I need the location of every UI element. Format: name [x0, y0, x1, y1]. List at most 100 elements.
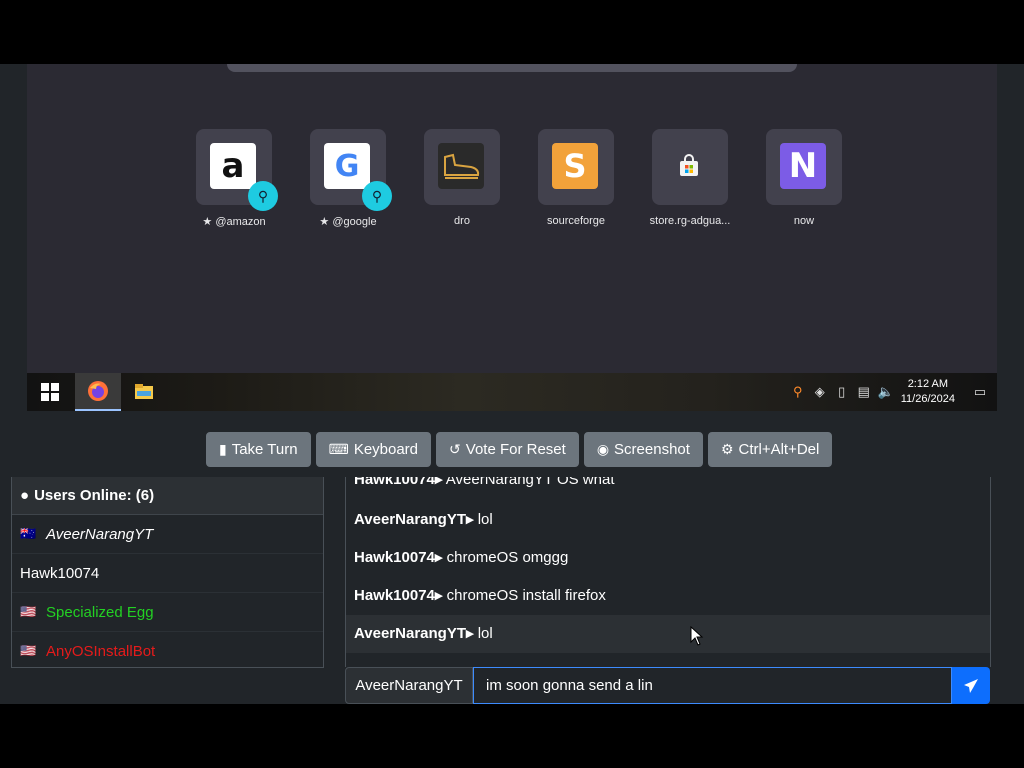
user-row[interactable]: 🇺🇸 Specialized Egg [12, 593, 323, 632]
ctrl-alt-del-label: Ctrl+Alt+Del [738, 441, 820, 458]
users-online-panel: ● Users Online: (6) 🇦🇺 AveerNarangYT Haw… [11, 477, 324, 668]
vm-screen[interactable]: a ⚲ ★ @amazon G ⚲ ★ @google dro S source… [27, 64, 997, 411]
sourceforge-logo-icon: S [552, 143, 598, 189]
screenshot-button[interactable]: ◉ Screenshot [583, 432, 703, 467]
user-name: Hawk10074 [20, 564, 100, 582]
chat-message: Hawk10074▸ chromeOS install firefox [346, 577, 990, 615]
chat-text: AveerNarangYT OS what [445, 477, 615, 488]
gear-icon: ⚙ [720, 441, 734, 457]
shortcut-label: dro [454, 215, 470, 227]
flag-icon: 🇦🇺 [20, 526, 37, 541]
shortcut-tile [424, 129, 500, 205]
keyboard-button[interactable]: ⌨ Keyboard [315, 432, 432, 467]
start-button[interactable] [27, 373, 73, 411]
paper-plane-icon [964, 678, 978, 693]
shortcut-tile: S [538, 129, 614, 205]
network-icon[interactable]: ▤ [853, 384, 875, 400]
chat-text: lol [477, 511, 493, 528]
shortcut-sourceforge[interactable]: S sourceforge [519, 129, 633, 227]
vote-reset-label: Vote For Reset [465, 441, 566, 458]
firefox-icon [88, 381, 108, 401]
shortcut-amazon[interactable]: a ⚲ ★ @amazon [177, 129, 291, 228]
shortcut-tile [652, 129, 728, 205]
shortcut-label: @amazon [215, 216, 266, 228]
flag-icon: 🇺🇸 [20, 643, 37, 658]
folder-icon [135, 384, 153, 399]
chat-input[interactable] [473, 667, 952, 704]
chat-username: Hawk10074▸ [354, 549, 443, 566]
user-name: AnyOSInstallBot [46, 642, 156, 660]
camera-icon: ◉ [596, 441, 610, 457]
rotate-left-icon: ↺ [449, 441, 461, 457]
flag-icon: 🇺🇸 [20, 604, 37, 619]
clock-time: 2:12 AM [907, 378, 949, 390]
notion-n-logo-icon: N [780, 143, 826, 189]
chat-username: AveerNarangYT▸ [354, 625, 474, 642]
google-logo-icon: G [324, 143, 370, 189]
search-bar[interactable] [227, 64, 797, 72]
keyboard-label: Keyboard [353, 441, 419, 458]
ctrl-alt-del-button[interactable]: ⚙ Ctrl+Alt+Del [707, 432, 833, 467]
shortcut-tile: N [766, 129, 842, 205]
chat-username: Hawk10074▸ [354, 477, 443, 488]
system-tray: ⚲ ◈ ▯ ▤ 🔈 2:12 AM 11/26/2024 ▭ [787, 373, 997, 411]
user-row[interactable]: Hawk10074 [12, 554, 323, 593]
pin-icon: ★ [319, 216, 330, 228]
clock-date: 11/26/2024 [900, 393, 955, 405]
chat-message: Hawk10074▸ AveerNarangYT OS what [346, 477, 990, 488]
vm-controls: ▮ Take Turn ⌨ Keyboard ↺ Vote For Reset ◉ Sc… [206, 432, 833, 467]
vote-reset-button[interactable]: ↺ Vote For Reset [436, 432, 579, 467]
chat-username: AveerNarangYT▸ [354, 511, 474, 528]
user-icon: ● [20, 487, 30, 504]
shortcut-label: sourceforge [546, 215, 606, 227]
shoe-icon [438, 143, 484, 189]
users-online-header: ● Users Online: (6) [12, 477, 323, 515]
search-icon: ⚲ [362, 181, 392, 211]
search-icon: ⚲ [248, 181, 278, 211]
search-magnifier-icon[interactable]: ⚲ [787, 384, 809, 400]
screenshot-label: Screenshot [614, 441, 690, 458]
take-turn-button[interactable]: ▮ Take Turn [206, 432, 311, 467]
notifications-icon[interactable]: ▭ [963, 384, 997, 400]
chat-username: Hawk10074▸ [354, 587, 443, 604]
taskbar-file-explorer[interactable] [121, 373, 167, 411]
shortcut-label: store.rg-adgua... [649, 215, 731, 227]
shortcut-tile: a ⚲ [196, 129, 278, 211]
chat-text: lol [477, 625, 493, 642]
windows-taskbar: ⚲ ◈ ▯ ▤ 🔈 2:12 AM 11/26/2024 ▭ [27, 373, 997, 411]
chat-message: AveerNarangYT▸ lol [346, 615, 990, 653]
volume-icon[interactable]: 🔈 [875, 384, 897, 400]
user-row[interactable]: 🇺🇸 AnyOSInstallBot [12, 632, 323, 670]
mouse-cursor-icon [690, 626, 704, 646]
amazon-logo-icon: a [210, 143, 256, 189]
chat-panel: Hawk10074▸ AveerNarangYT OS what AveerNa… [345, 477, 991, 667]
security-shield-icon[interactable]: ◈ [809, 384, 831, 400]
chat-text: chromeOS omggg [446, 549, 569, 566]
usb-device-icon[interactable]: ▯ [831, 384, 853, 400]
shortcut-label: now [793, 215, 815, 227]
shortcut-now[interactable]: N now [747, 129, 861, 227]
taskbar-clock[interactable]: 2:12 AM 11/26/2024 [897, 377, 963, 407]
send-button[interactable] [952, 667, 990, 704]
user-name: Specialized Egg [46, 603, 154, 621]
shortcut-google[interactable]: G ⚲ ★ @google [291, 129, 405, 228]
username-button[interactable]: AveerNarangYT [345, 667, 473, 704]
chat-message: Hawk10074▸ chromeOS omggg [346, 539, 990, 577]
user-name: AveerNarangYT [46, 525, 154, 543]
user-row[interactable]: 🇦🇺 AveerNarangYT [12, 515, 323, 554]
chat-text: chromeOS install firefox [446, 587, 606, 604]
mouse-icon: ▮ [219, 441, 227, 457]
shortcuts-grid: a ⚲ ★ @amazon G ⚲ ★ @google dro S source… [177, 129, 877, 249]
chat-input-row: AveerNarangYT [345, 667, 990, 704]
users-online-title: Users Online: (6) [34, 487, 155, 504]
chat-message: AveerNarangYT▸ lol [346, 501, 990, 539]
store-bag-icon [666, 143, 712, 189]
keyboard-icon: ⌨ [328, 441, 349, 457]
shortcut-dro[interactable]: dro [405, 129, 519, 227]
windows-logo-icon [41, 383, 59, 401]
shortcut-label: @google [332, 216, 377, 228]
shortcut-store[interactable]: store.rg-adgua... [633, 129, 747, 227]
taskbar-firefox[interactable] [75, 373, 121, 411]
take-turn-label: Take Turn [231, 441, 298, 458]
firefox-new-tab-page: a ⚲ ★ @amazon G ⚲ ★ @google dro S source… [27, 64, 997, 373]
